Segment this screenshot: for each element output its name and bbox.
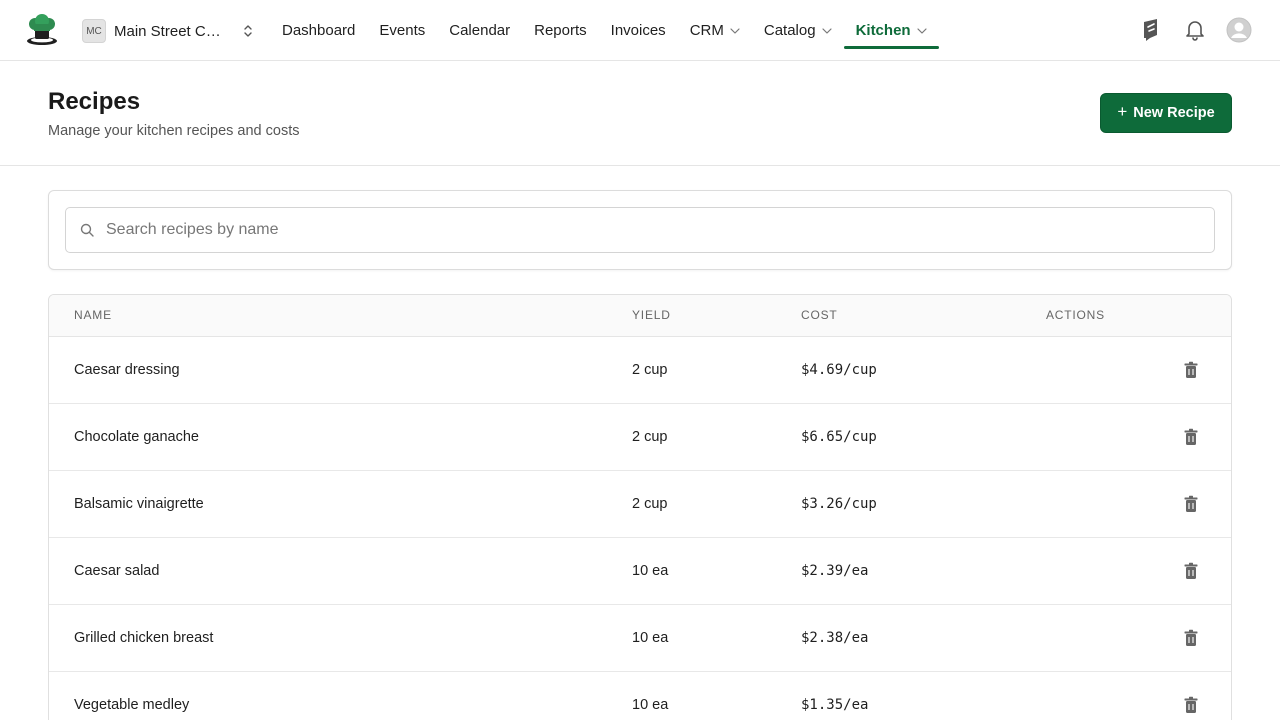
recipe-yield: 10 ea — [632, 563, 669, 579]
recipe-name[interactable]: Chocolate ganache — [74, 429, 199, 445]
main-nav: Dashboard Events Calendar Reports Invoic… — [270, 0, 939, 61]
recipe-cost: $2.39/ea — [801, 563, 869, 579]
nav-label: Kitchen — [855, 22, 911, 39]
recipe-name[interactable]: Balsamic vinaigrette — [74, 496, 204, 512]
bell-icon[interactable] — [1182, 17, 1208, 43]
user-avatar-icon[interactable] — [1226, 17, 1252, 43]
recipe-name[interactable]: Caesar dressing — [74, 362, 180, 378]
trash-icon[interactable] — [1183, 428, 1199, 446]
chevron-down-icon — [916, 27, 927, 34]
org-avatar: MC — [82, 19, 106, 43]
table-row[interactable]: Chocolate ganache 2 cup $6.65/cup — [49, 404, 1231, 471]
chevron-down-icon — [730, 27, 740, 34]
column-header-cost[interactable]: COST — [801, 308, 838, 322]
column-header-name[interactable]: NAME — [74, 308, 112, 322]
column-header-yield[interactable]: YIELD — [632, 308, 671, 322]
table-row[interactable]: Caesar dressing 2 cup $4.69/cup — [49, 337, 1231, 404]
nav-dashboard[interactable]: Dashboard — [270, 0, 367, 61]
recipe-cost: $3.26/cup — [801, 496, 877, 512]
recipe-yield: 10 ea — [632, 630, 669, 646]
plus-icon: + — [1117, 102, 1128, 121]
organization-switcher[interactable]: MC Main Street Café — [82, 18, 254, 44]
nav-label: Events — [379, 22, 426, 39]
search-icon — [80, 223, 94, 237]
trash-icon[interactable] — [1183, 495, 1199, 513]
recipe-cost: $1.35/ea — [801, 697, 869, 713]
chef-hat-logo-icon[interactable] — [24, 14, 60, 46]
new-recipe-label: New Recipe — [1133, 105, 1215, 121]
trash-icon[interactable] — [1183, 629, 1199, 647]
table-row[interactable]: Caesar salad 10 ea $2.39/ea — [49, 538, 1231, 605]
org-name: Main Street Café — [114, 22, 226, 40]
recipe-yield: 2 cup — [632, 429, 668, 445]
table-row[interactable]: Grilled chicken breast 10 ea $2.38/ea — [49, 605, 1231, 672]
recipe-yield: 2 cup — [632, 362, 668, 378]
trash-icon[interactable] — [1183, 562, 1199, 580]
nav-label: Calendar — [449, 22, 511, 39]
column-header-actions: ACTIONS — [1046, 308, 1105, 322]
table-row[interactable]: Balsamic vinaigrette 2 cup $3.26/cup — [49, 471, 1231, 538]
recipe-name[interactable]: Caesar salad — [74, 563, 159, 579]
chevron-up-down-icon — [244, 25, 252, 37]
nav-label: Invoices — [610, 22, 666, 39]
nav-crm[interactable]: CRM — [678, 0, 752, 61]
page-header: Recipes Manage your kitchen recipes and … — [0, 61, 1280, 166]
table-row[interactable]: Vegetable medley 10 ea $1.35/ea — [49, 672, 1231, 720]
recipe-cost: $4.69/cup — [801, 362, 877, 378]
page-subtitle: Manage your kitchen recipes and costs — [48, 123, 300, 139]
chevron-down-icon — [821, 27, 832, 34]
nav-events[interactable]: Events — [367, 0, 437, 61]
nav-calendar[interactable]: Calendar — [437, 0, 522, 61]
nav-label: Dashboard — [282, 22, 356, 39]
recipe-name[interactable]: Grilled chicken breast — [74, 630, 213, 646]
trash-icon[interactable] — [1183, 696, 1199, 714]
nav-kitchen[interactable]: Kitchen — [843, 0, 939, 61]
search-card — [48, 190, 1232, 270]
nav-reports[interactable]: Reports — [522, 0, 599, 61]
nav-invoices[interactable]: Invoices — [599, 0, 678, 61]
top-navigation-bar: MC Main Street Café Dashboard Events Cal… — [0, 0, 1280, 61]
recipe-yield: 10 ea — [632, 697, 669, 713]
recipe-cost: $6.65/cup — [801, 429, 877, 445]
page-title: Recipes — [48, 88, 141, 115]
table-header: NAME YIELD COST ACTIONS — [49, 295, 1231, 337]
recipe-cost: $2.38/ea — [801, 630, 869, 646]
nav-label: CRM — [689, 22, 724, 39]
recipe-yield: 2 cup — [632, 496, 668, 512]
search-field — [65, 207, 1215, 253]
new-recipe-button[interactable]: + New Recipe — [1100, 93, 1232, 133]
trash-icon[interactable] — [1183, 361, 1199, 379]
nav-catalog[interactable]: Catalog — [752, 0, 844, 61]
top-actions — [1120, 17, 1252, 43]
recipes-table: NAME YIELD COST ACTIONS Caesar dressing … — [48, 294, 1232, 720]
megaphone-icon[interactable] — [1138, 17, 1164, 43]
nav-label: Reports — [534, 22, 587, 39]
recipe-name[interactable]: Vegetable medley — [74, 697, 189, 713]
search-input[interactable] — [106, 208, 1206, 252]
nav-label: Catalog — [763, 22, 816, 39]
